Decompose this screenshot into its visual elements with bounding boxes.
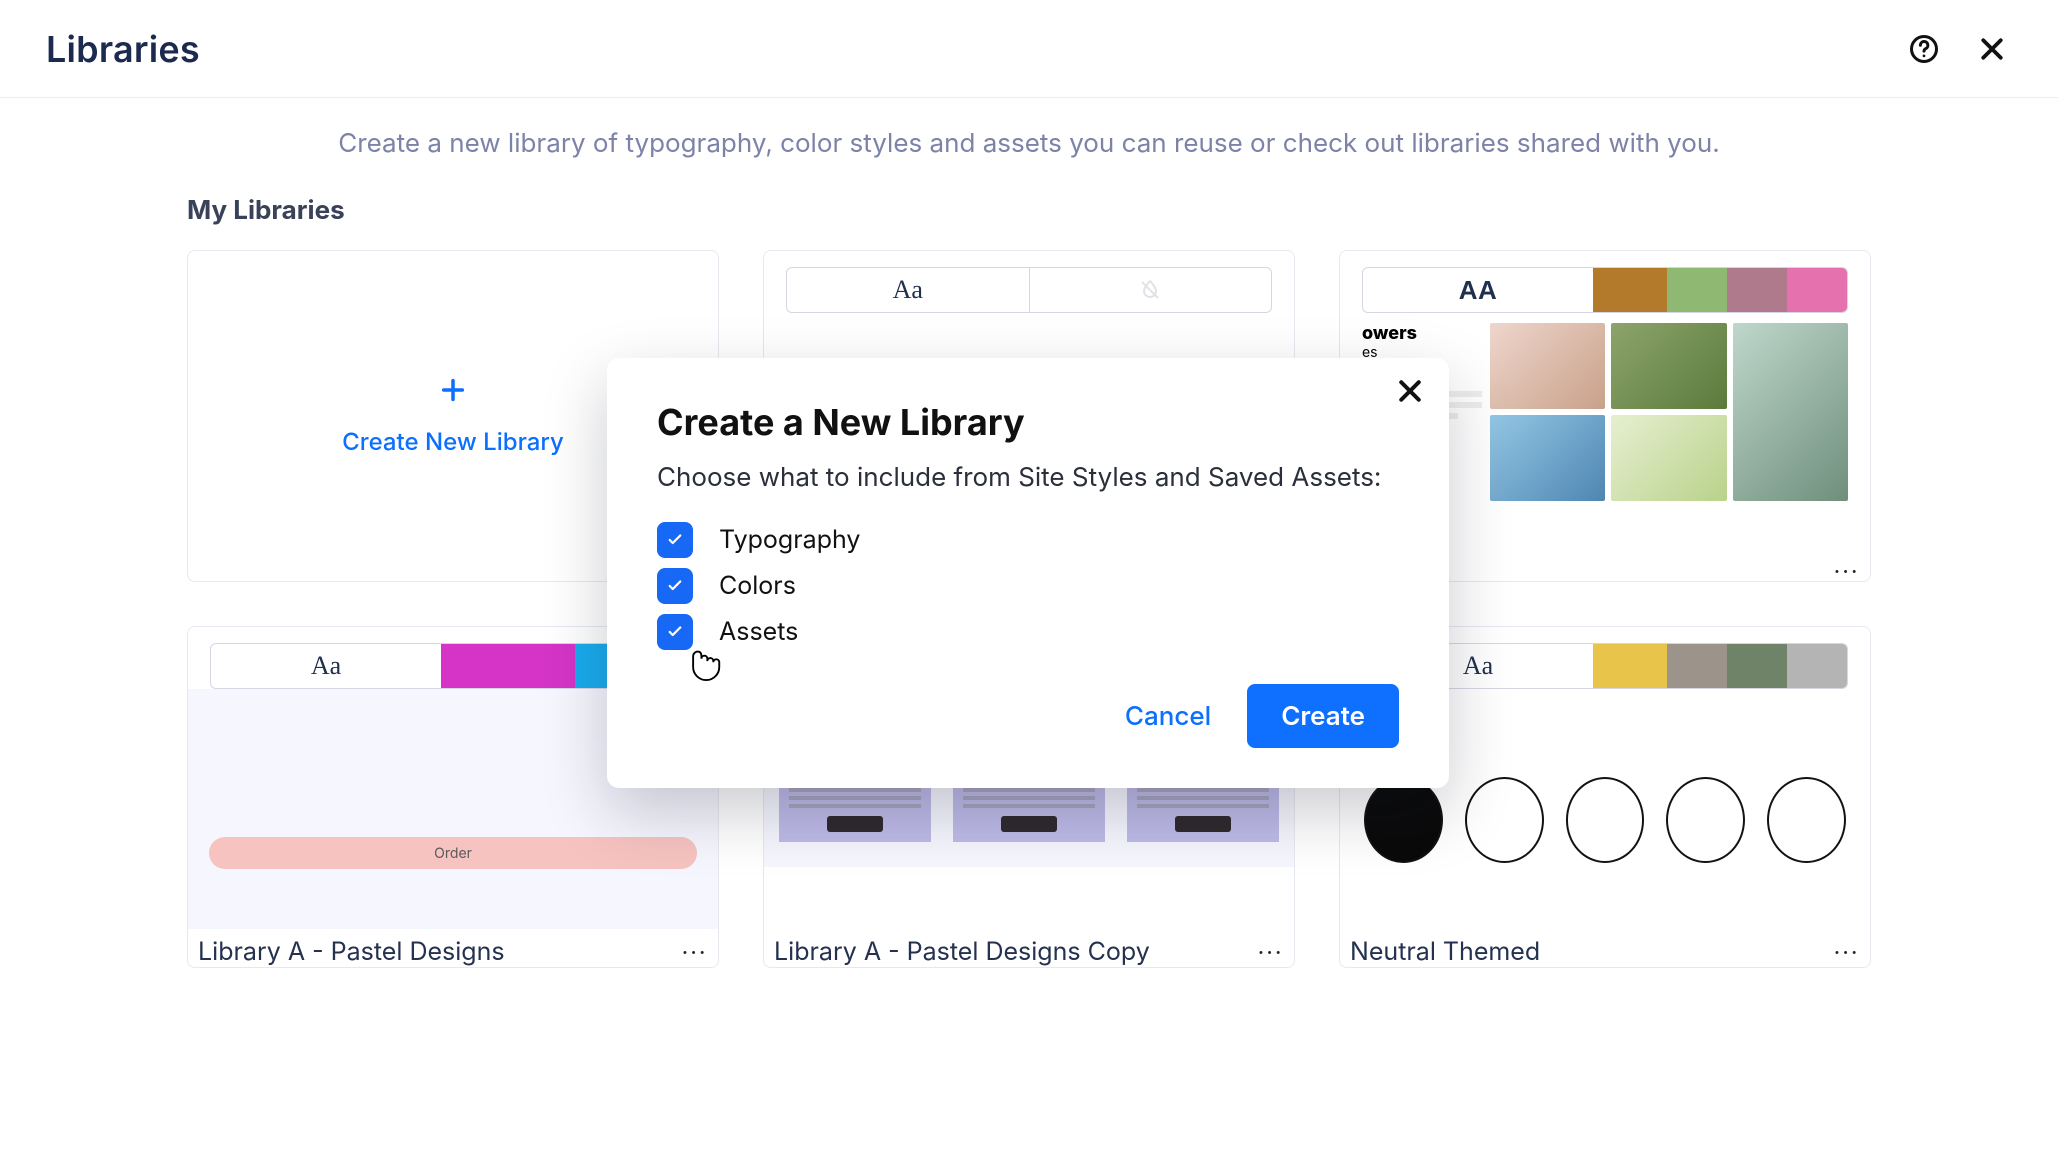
card-pastel-footer: Library A - Pastel Designs ···	[192, 923, 714, 967]
card-neutral-footer: Neutral Themed ···	[1344, 923, 1866, 967]
cancel-button[interactable]: Cancel	[1125, 701, 1211, 732]
option-assets[interactable]: Assets	[657, 614, 1399, 650]
create-new-label: Create New Library	[342, 427, 564, 456]
create-library-modal: Create a New Library Choose what to incl…	[607, 358, 1449, 788]
aa-label: AA	[1459, 275, 1498, 306]
tab-typography[interactable]: Aa	[787, 268, 1030, 312]
checkbox-icon[interactable]	[657, 568, 693, 604]
checkbox-icon[interactable]	[657, 614, 693, 650]
help-icon[interactable]	[1904, 29, 1944, 69]
aa-label: Aa	[893, 275, 923, 305]
close-icon[interactable]	[1972, 29, 2012, 69]
card-pastel-copy-title: Library A - Pastel Designs Copy	[774, 937, 1150, 967]
modal-actions: Cancel Create	[657, 684, 1399, 748]
section-title: My Libraries	[187, 195, 1919, 226]
preview-mosaic	[1490, 323, 1848, 501]
modal-close-icon[interactable]	[1395, 376, 1425, 410]
circle	[1465, 777, 1544, 863]
flowers-strip: AA	[1362, 267, 1848, 313]
flowers-typography[interactable]: AA	[1363, 268, 1593, 312]
card-neutral-title: Neutral Themed	[1350, 937, 1540, 967]
card-menu-icon[interactable]: ···	[682, 942, 708, 962]
option-typography-label: Typography	[719, 525, 860, 555]
tab-no-color[interactable]	[1030, 268, 1272, 312]
circle	[1364, 777, 1443, 863]
modal-subtitle: Choose what to include from Site Styles …	[657, 460, 1399, 496]
swatch	[1787, 644, 1847, 688]
swatch	[1727, 644, 1787, 688]
card-pastel-title: Library A - Pastel Designs	[198, 937, 505, 967]
option-colors-label: Colors	[719, 571, 796, 601]
swatch	[1593, 644, 1667, 688]
topbar-actions	[1904, 29, 2012, 69]
pastel-typography[interactable]: Aa	[211, 644, 441, 688]
option-assets-label: Assets	[719, 617, 798, 647]
aa-label: Aa	[1463, 651, 1493, 681]
swatch	[1593, 268, 1667, 312]
page-title: Libraries	[46, 27, 200, 71]
swatch	[1667, 644, 1727, 688]
circle	[1767, 777, 1846, 863]
card-menu-icon[interactable]: ···	[1834, 561, 1860, 581]
modal-title: Create a New Library	[657, 400, 1399, 444]
card-menu-icon[interactable]: ···	[1258, 942, 1284, 962]
plus-icon	[439, 376, 467, 409]
swatch	[1787, 268, 1847, 312]
card-menu-icon[interactable]: ···	[1834, 942, 1860, 962]
order-label: Order	[434, 845, 472, 862]
circle	[1666, 777, 1745, 863]
swatch	[441, 644, 575, 688]
order-pill: Order	[209, 837, 697, 869]
circle	[1566, 777, 1645, 863]
tab-row: Aa	[786, 267, 1272, 313]
page-subtitle: Create a new library of typography, colo…	[80, 128, 1978, 159]
no-color-icon	[1138, 278, 1162, 302]
create-button[interactable]: Create	[1247, 684, 1399, 748]
aa-label: Aa	[311, 651, 341, 681]
option-typography[interactable]: Typography	[657, 522, 1399, 558]
topbar: Libraries	[0, 0, 2058, 98]
checkbox-icon[interactable]	[657, 522, 693, 558]
swatch	[1727, 268, 1787, 312]
swatch	[1667, 268, 1727, 312]
preview-title: owers	[1362, 323, 1482, 344]
card-pastel-copy-footer: Library A - Pastel Designs Copy ···	[768, 923, 1290, 967]
option-colors[interactable]: Colors	[657, 568, 1399, 604]
